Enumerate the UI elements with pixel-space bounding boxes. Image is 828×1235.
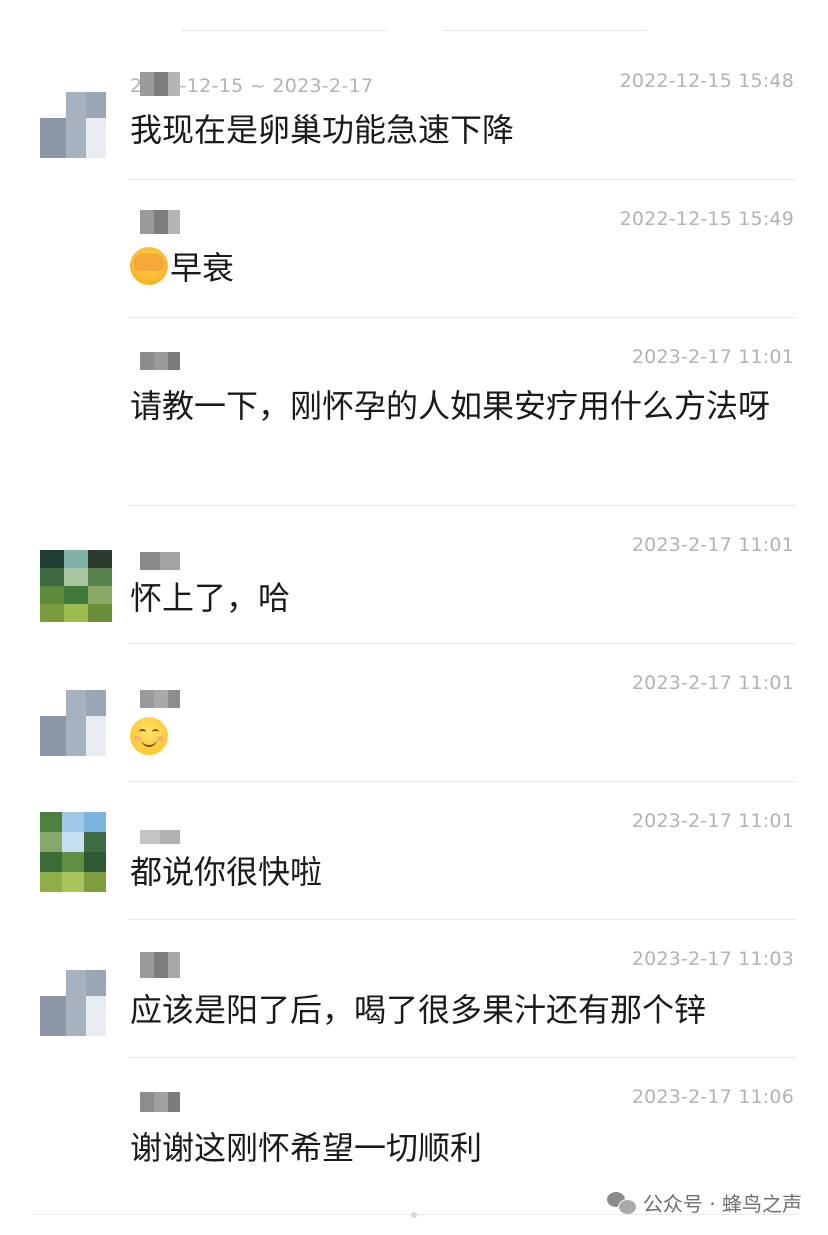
- username-blurred[interactable]: [140, 1092, 180, 1112]
- username-blurred[interactable]: [140, 690, 180, 708]
- avatar[interactable]: [40, 92, 106, 158]
- comment-item[interactable]: 2023-2-17 11:01 请教一下，刚怀孕的人如果安疗用什么方法呀: [0, 336, 828, 506]
- username-blurred[interactable]: [140, 830, 180, 844]
- timestamp: 2022-12-15 15:49: [619, 208, 794, 230]
- timestamp: 2023-2-17 11:01: [631, 346, 794, 368]
- comment-text: 怀上了，哈: [130, 579, 291, 617]
- comment-item[interactable]: 2022-12-15 15:49 早衰: [0, 198, 828, 318]
- comment-text: 我现在是卵巢功能急速下降: [130, 111, 515, 149]
- divider: [128, 505, 796, 506]
- timestamp: 2023-2-17 11:01: [631, 672, 794, 694]
- comment-text: 谢谢这刚怀希望一切顺利: [130, 1129, 483, 1167]
- comment-text: [130, 714, 780, 762]
- divider: [128, 781, 796, 782]
- avatar[interactable]: [40, 812, 106, 892]
- comment-item[interactable]: 2022-12-15 15:48 我现在是卵巢功能急速下降: [0, 60, 828, 180]
- comment-item[interactable]: 2023-2-17 11:01 怀上了，哈: [0, 524, 828, 644]
- comment-item[interactable]: 2023-2-17 11:01 都说你很快啦: [0, 800, 828, 920]
- facepalm-icon: [130, 247, 168, 285]
- comment-text: 早衰: [130, 244, 780, 292]
- avatar[interactable]: [40, 550, 112, 622]
- watermark-text: 公众号 · 蜂鸟之声: [642, 1191, 802, 1216]
- timestamp: 2022-12-15 15:48: [619, 70, 794, 92]
- smiling-face-icon: [130, 717, 168, 755]
- avatar[interactable]: [40, 690, 106, 756]
- comment-item[interactable]: 2023-2-17 11:01: [0, 662, 828, 782]
- username-blurred[interactable]: [140, 210, 180, 234]
- timestamp: 2023-2-17 11:01: [631, 810, 794, 832]
- username-blurred[interactable]: [140, 952, 180, 978]
- timestamp: 2023-2-17 11:06: [631, 1086, 794, 1108]
- comment-text: 都说你很快啦: [130, 853, 323, 891]
- comment-item[interactable]: 2023-2-17 11:06 谢谢这刚怀希望一切顺利: [0, 1076, 828, 1186]
- username-blurred[interactable]: [140, 552, 180, 570]
- timestamp: 2023-2-17 11:03: [631, 948, 794, 970]
- comment-text-content: 早衰: [170, 249, 235, 287]
- username-blurred[interactable]: [140, 352, 180, 370]
- divider: [128, 919, 796, 920]
- comment-item[interactable]: 2023-2-17 11:03 应该是阳了后，喝了很多果汁还有那个锌: [0, 938, 828, 1058]
- avatar[interactable]: [40, 970, 106, 1036]
- page-indicator-dot: [411, 1212, 417, 1218]
- timestamp: 2023-2-17 11:01: [631, 534, 794, 556]
- comment-text: 请教一下，刚怀孕的人如果安疗用什么方法呀: [130, 387, 771, 425]
- username-blurred[interactable]: [140, 72, 180, 96]
- date-range-header: 2022-12-15 ~ 2023-2-17: [0, 16, 828, 97]
- divider: [128, 179, 796, 180]
- divider: [128, 317, 796, 318]
- divider-line: [181, 29, 386, 31]
- divider: [128, 643, 796, 644]
- wechat-icon: [606, 1190, 637, 1215]
- divider: [128, 1057, 796, 1058]
- comment-text: 应该是阳了后，喝了很多果汁还有那个锌: [130, 991, 707, 1029]
- divider-line: [442, 29, 647, 31]
